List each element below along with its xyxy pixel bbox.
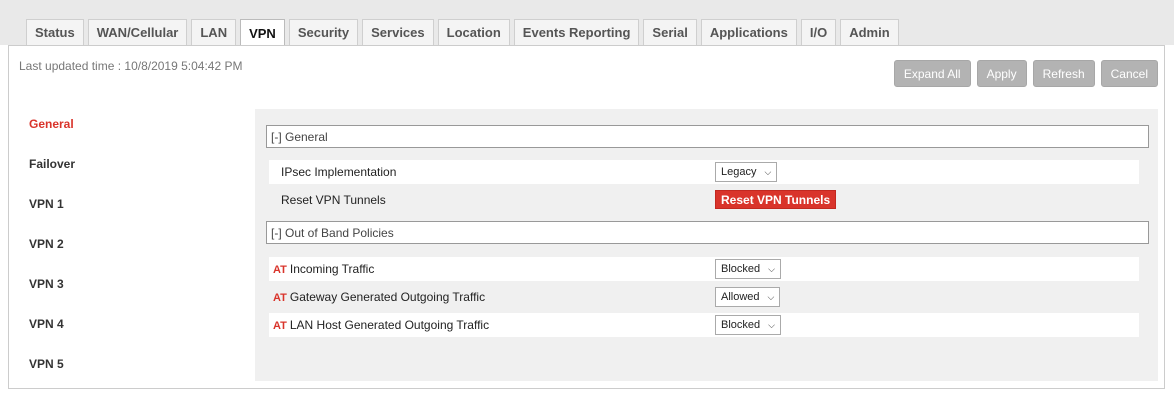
at-tag: AT: [273, 264, 287, 276]
refresh-button[interactable]: Refresh: [1032, 60, 1095, 87]
tab-security[interactable]: Security: [288, 19, 359, 45]
chevron-down-icon: ⌵: [767, 291, 775, 302]
incoming-traffic-text: Incoming Traffic: [289, 262, 375, 276]
ipsec-implementation-value: Legacy: [721, 166, 757, 178]
lan-host-outgoing-value: Blocked: [721, 319, 761, 331]
apply-button[interactable]: Apply: [976, 60, 1027, 87]
ipsec-implementation-label: IPsec Implementation: [281, 165, 397, 179]
reset-vpn-tunnels-button[interactable]: Reset VPN Tunnels: [715, 190, 837, 209]
sidebar-item-vpn-5[interactable]: VPN 5: [29, 344, 255, 384]
chevron-down-icon: ⌵: [768, 319, 775, 330]
lan-host-outgoing-control: Blocked ⌵: [715, 315, 781, 335]
incoming-traffic-value: Blocked: [721, 263, 761, 275]
tab-lan[interactable]: LAN: [191, 19, 237, 45]
tab-wan-cellular[interactable]: WAN/Cellular: [87, 19, 188, 45]
cancel-button[interactable]: Cancel: [1100, 60, 1158, 87]
incoming-traffic-label: AT Incoming Traffic: [269, 262, 374, 276]
gateway-outgoing-row: AT Gateway Generated Outgoing Traffic All…: [269, 285, 1139, 309]
last-updated-text: Last updated time : 10/8/2019 5:04:42 PM: [19, 59, 243, 73]
oob-section-header[interactable]: [-] Out of Band Policies: [266, 221, 1149, 244]
sidebar-item-label: Failover: [29, 157, 76, 171]
ipsec-implementation-select[interactable]: Legacy ⌵: [715, 162, 778, 182]
at-tag: AT: [273, 320, 287, 332]
sidebar-item-label: VPN 4: [29, 317, 64, 331]
tab-vpn[interactable]: VPN: [240, 19, 285, 46]
sidebar-item-label: VPN 5: [29, 357, 64, 371]
sidebar-nav: General Failover VPN 1 VPN 2 VPN 3 VPN 4…: [29, 104, 255, 384]
tab-io[interactable]: I/O: [800, 19, 837, 45]
main-panel: Last updated time : 10/8/2019 5:04:42 PM…: [8, 45, 1165, 389]
expand-all-button[interactable]: Expand All: [893, 60, 971, 87]
settings-content: [-] General IPsec Implementation Legacy …: [255, 109, 1158, 381]
gateway-outgoing-value: Allowed: [721, 291, 760, 303]
gateway-outgoing-text: Gateway Generated Outgoing Traffic: [289, 290, 486, 304]
tab-status[interactable]: Status: [26, 19, 84, 45]
tab-serial[interactable]: Serial: [643, 19, 697, 45]
chevron-down-icon: ⌵: [768, 263, 775, 274]
sidebar-item-failover[interactable]: Failover: [29, 144, 255, 184]
sidebar-item-label: VPN 1: [29, 197, 64, 211]
sidebar-item-label: VPN 3: [29, 277, 64, 291]
chevron-down-icon: ⌵: [764, 166, 772, 177]
gateway-outgoing-select[interactable]: Allowed ⌵: [715, 287, 781, 307]
incoming-traffic-select[interactable]: Blocked ⌵: [715, 259, 781, 279]
reset-vpn-tunnels-control: Reset VPN Tunnels: [715, 190, 837, 209]
tab-list: Status WAN/Cellular LAN VPN Security Ser…: [26, 19, 899, 46]
general-section-header[interactable]: [-] General: [266, 125, 1149, 148]
tab-applications[interactable]: Applications: [700, 19, 797, 45]
sidebar-item-vpn-2[interactable]: VPN 2: [29, 224, 255, 264]
tab-admin[interactable]: Admin: [840, 19, 899, 45]
sidebar-item-label: General: [29, 117, 74, 131]
gateway-outgoing-control: Allowed ⌵: [715, 287, 781, 307]
sidebar-item-general[interactable]: General: [29, 104, 255, 144]
tab-location[interactable]: Location: [437, 19, 510, 45]
lan-host-outgoing-label: AT LAN Host Generated Outgoing Traffic: [269, 318, 489, 332]
incoming-traffic-row: AT Incoming Traffic Blocked ⌵: [269, 257, 1139, 281]
tab-events-reporting[interactable]: Events Reporting: [513, 19, 640, 45]
ipsec-implementation-control: Legacy ⌵: [715, 162, 778, 182]
tab-services[interactable]: Services: [362, 19, 434, 45]
lan-host-outgoing-row: AT LAN Host Generated Outgoing Traffic Bl…: [269, 313, 1139, 337]
incoming-traffic-control: Blocked ⌵: [715, 259, 781, 279]
main-tab-bar: Status WAN/Cellular LAN VPN Security Ser…: [0, 0, 1174, 46]
reset-vpn-tunnels-row: Reset VPN Tunnels Reset VPN Tunnels: [269, 188, 1139, 212]
gateway-outgoing-label: AT Gateway Generated Outgoing Traffic: [269, 290, 485, 304]
lan-host-outgoing-select[interactable]: Blocked ⌵: [715, 315, 781, 335]
sidebar-item-vpn-1[interactable]: VPN 1: [29, 184, 255, 224]
lan-host-outgoing-text: LAN Host Generated Outgoing Traffic: [289, 318, 490, 332]
sidebar-item-vpn-4[interactable]: VPN 4: [29, 304, 255, 344]
sidebar-item-vpn-3[interactable]: VPN 3: [29, 264, 255, 304]
ipsec-implementation-row: IPsec Implementation Legacy ⌵: [269, 160, 1139, 184]
sidebar-item-label: VPN 2: [29, 237, 64, 251]
reset-vpn-tunnels-label: Reset VPN Tunnels: [281, 193, 386, 207]
at-tag: AT: [273, 292, 287, 304]
toolbar: Expand All Apply Refresh Cancel: [893, 60, 1158, 87]
